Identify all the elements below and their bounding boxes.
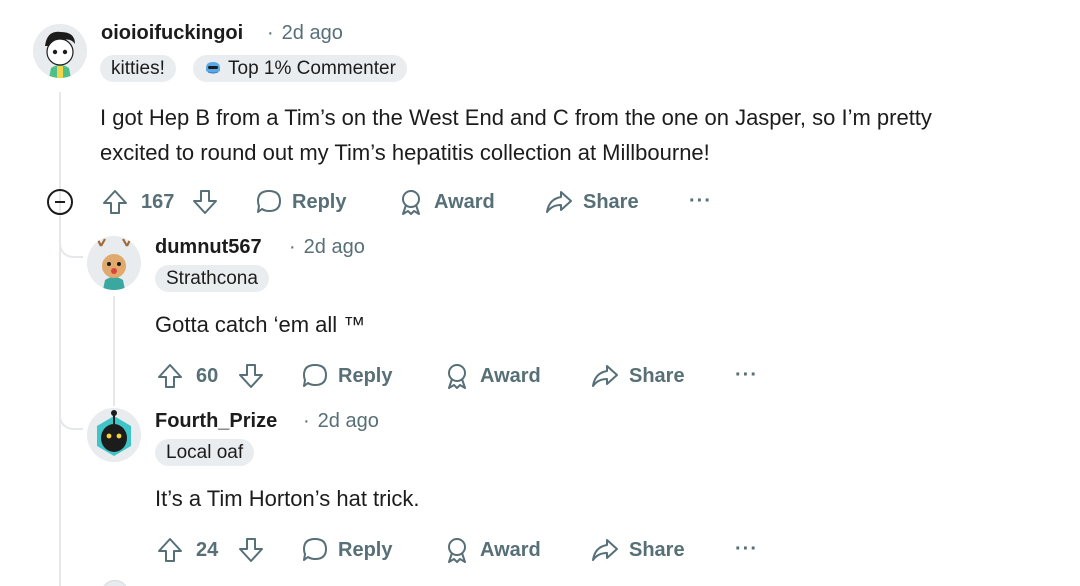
reply-button[interactable]: Reply	[302, 537, 392, 563]
username[interactable]: oioioifuckingoi	[101, 22, 243, 45]
vote-count: 60	[196, 365, 219, 387]
share-button[interactable]: Share	[545, 189, 639, 215]
more-options-button[interactable]: ···	[735, 364, 758, 387]
timestamp: · 2d ago	[267, 22, 343, 44]
avatar[interactable]	[33, 24, 87, 78]
upvote-button[interactable]	[157, 363, 183, 389]
achievement-badge: Top 1% Commenter	[193, 55, 407, 82]
reply-bubble-icon	[303, 364, 327, 387]
user-flair: Strathcona	[155, 265, 269, 292]
comment-body: It’s a Tim Horton’s hat trick.	[155, 486, 420, 511]
user-flair: Local oaf	[155, 439, 255, 466]
thread-line-reply	[113, 296, 115, 406]
vote-count: 24	[196, 539, 219, 561]
timestamp: · 2d ago	[289, 236, 365, 258]
reply-button[interactable]: Reply	[256, 189, 346, 215]
avatar[interactable]	[87, 408, 141, 462]
award-button[interactable]: Award	[444, 363, 541, 389]
upvote-button[interactable]	[157, 537, 183, 563]
share-button[interactable]: Share	[591, 363, 685, 389]
collapse-thread-button[interactable]	[47, 189, 73, 215]
comment-body: Gotta catch ‘em all ™	[155, 312, 366, 337]
avatar[interactable]	[87, 236, 141, 290]
award-button[interactable]: Award	[444, 537, 541, 563]
reply-bubble-icon	[303, 538, 327, 561]
reply-bubble-icon	[257, 190, 281, 213]
comment-body-line: I got Hep B from a Tim’s on the West End…	[100, 105, 932, 130]
avatar[interactable]	[101, 580, 129, 586]
commenter-badge-icon	[206, 62, 220, 74]
award-ribbon-icon	[402, 190, 420, 215]
thread-branch	[59, 236, 83, 258]
upvote-arrow-icon	[158, 538, 182, 562]
reply-button[interactable]: Reply	[302, 363, 392, 389]
upvote-button[interactable]	[102, 189, 128, 215]
more-options-button[interactable]: ···	[735, 538, 758, 561]
more-options-button[interactable]: ···	[689, 190, 712, 213]
timestamp: · 2d ago	[303, 410, 379, 432]
share-arrow-icon	[592, 365, 618, 387]
comment-body-line: excited to round out my Tim’s hepatitis …	[100, 140, 710, 165]
share-arrow-icon	[546, 191, 572, 213]
thread-line-main	[59, 92, 61, 586]
downvote-arrow-icon	[239, 364, 263, 388]
username[interactable]: Fourth_Prize	[155, 410, 277, 433]
downvote-button[interactable]	[238, 363, 264, 389]
award-ribbon-icon	[448, 364, 466, 389]
thread-branch	[59, 408, 83, 430]
share-arrow-icon	[592, 539, 618, 561]
downvote-button[interactable]	[192, 189, 218, 215]
comment-body: I got Hep B from a Tim’s on the West End…	[100, 100, 1060, 170]
upvote-arrow-icon	[103, 190, 127, 214]
user-flair: kitties!	[100, 55, 176, 82]
award-button[interactable]: Award	[398, 189, 495, 215]
username[interactable]: dumnut567	[155, 236, 262, 259]
award-ribbon-icon	[448, 538, 466, 563]
downvote-button[interactable]	[238, 537, 264, 563]
share-button[interactable]: Share	[591, 537, 685, 563]
upvote-arrow-icon	[158, 364, 182, 388]
downvote-arrow-icon	[239, 538, 263, 562]
vote-count: 167	[141, 191, 175, 213]
downvote-arrow-icon	[193, 190, 217, 214]
